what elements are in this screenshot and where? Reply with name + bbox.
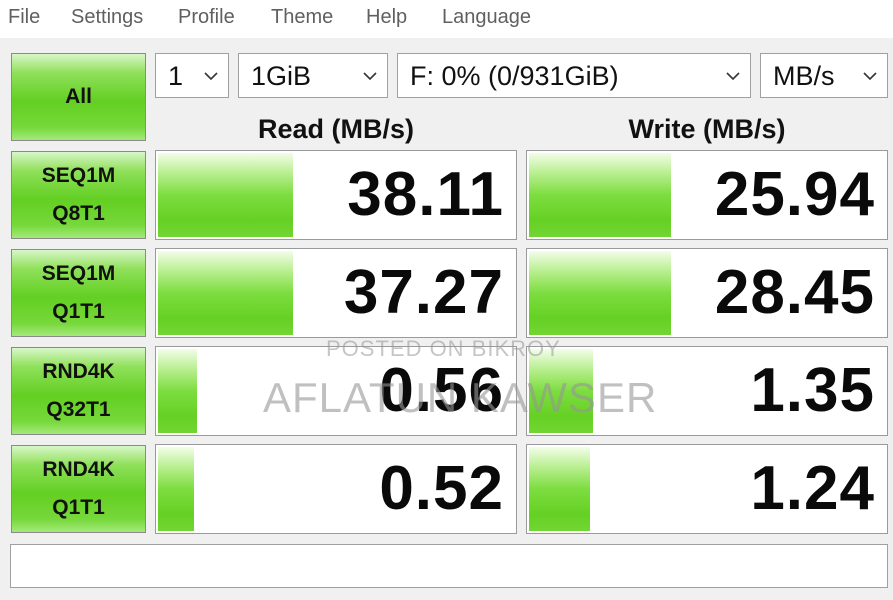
- watermark-posted: POSTED ON BIKROY: [326, 336, 561, 361]
- unit-select-value: MB/s: [773, 61, 835, 91]
- write-progress-bar: [529, 447, 590, 531]
- menu-help[interactable]: Help: [366, 6, 407, 29]
- write-progress-bar: [529, 251, 671, 335]
- count-select[interactable]: 1: [155, 53, 229, 98]
- drive-select-value: F: 0% (0/931GiB): [410, 61, 619, 91]
- test-params: Q32T1: [46, 398, 111, 421]
- test-button-rnd4k-q1t1[interactable]: RND4K Q1T1: [11, 445, 146, 533]
- write-value: 25.94: [714, 160, 875, 229]
- read-result-cell: 0.52: [155, 444, 517, 534]
- watermark-name: AFLATUN KAWSER: [263, 374, 658, 421]
- test-name: SEQ1M: [41, 262, 116, 285]
- menu-language[interactable]: Language: [442, 6, 531, 29]
- read-progress-bar: [158, 349, 197, 433]
- chevron-down-icon: [726, 72, 740, 81]
- size-select-value: 1GiB: [251, 61, 312, 91]
- status-bar: [10, 544, 888, 588]
- menu-profile[interactable]: Profile: [178, 6, 235, 29]
- chevron-down-icon: [204, 72, 218, 81]
- read-result-cell: 37.27: [155, 248, 517, 338]
- test-button-seq1m-q8t1[interactable]: SEQ1M Q8T1: [11, 151, 146, 239]
- all-button[interactable]: All: [11, 53, 146, 141]
- test-button-rnd4k-q32t1[interactable]: RND4K Q32T1: [11, 347, 146, 435]
- read-progress-bar: [158, 153, 293, 237]
- count-select-value: 1: [168, 61, 184, 91]
- size-select[interactable]: 1GiB: [238, 53, 388, 98]
- read-progress-bar: [158, 447, 194, 531]
- test-params: Q1T1: [52, 300, 105, 323]
- write-value: 1.35: [750, 356, 875, 425]
- chevron-down-icon: [363, 72, 377, 81]
- read-value: 0.52: [379, 454, 504, 523]
- menu-file[interactable]: File: [8, 6, 40, 29]
- read-value: 38.11: [347, 160, 504, 229]
- test-name: SEQ1M: [41, 164, 116, 187]
- menu-theme[interactable]: Theme: [271, 6, 333, 29]
- menu-bar: File Settings Profile Theme Help Languag…: [0, 0, 893, 39]
- test-params: Q1T1: [52, 496, 105, 519]
- drive-select[interactable]: F: 0% (0/931GiB): [397, 53, 751, 98]
- write-result-cell: 1.24: [526, 444, 888, 534]
- all-button-label: All: [65, 85, 92, 108]
- read-result-cell: 38.11: [155, 150, 517, 240]
- write-result-cell: 25.94: [526, 150, 888, 240]
- read-value: 37.27: [343, 258, 504, 327]
- test-name: RND4K: [42, 458, 115, 481]
- read-column-header: Read (MB/s): [257, 114, 414, 144]
- write-result-cell: 28.45: [526, 248, 888, 338]
- menu-settings[interactable]: Settings: [71, 6, 143, 29]
- unit-select[interactable]: MB/s: [760, 53, 888, 98]
- test-name: RND4K: [42, 360, 115, 383]
- write-column-header: Write (MB/s): [628, 114, 786, 144]
- write-value: 1.24: [750, 454, 875, 523]
- test-button-seq1m-q1t1[interactable]: SEQ1M Q1T1: [11, 249, 146, 337]
- chevron-down-icon: [863, 72, 877, 81]
- test-params: Q8T1: [52, 202, 105, 225]
- write-value: 28.45: [714, 258, 875, 327]
- write-progress-bar: [529, 153, 671, 237]
- read-progress-bar: [158, 251, 293, 335]
